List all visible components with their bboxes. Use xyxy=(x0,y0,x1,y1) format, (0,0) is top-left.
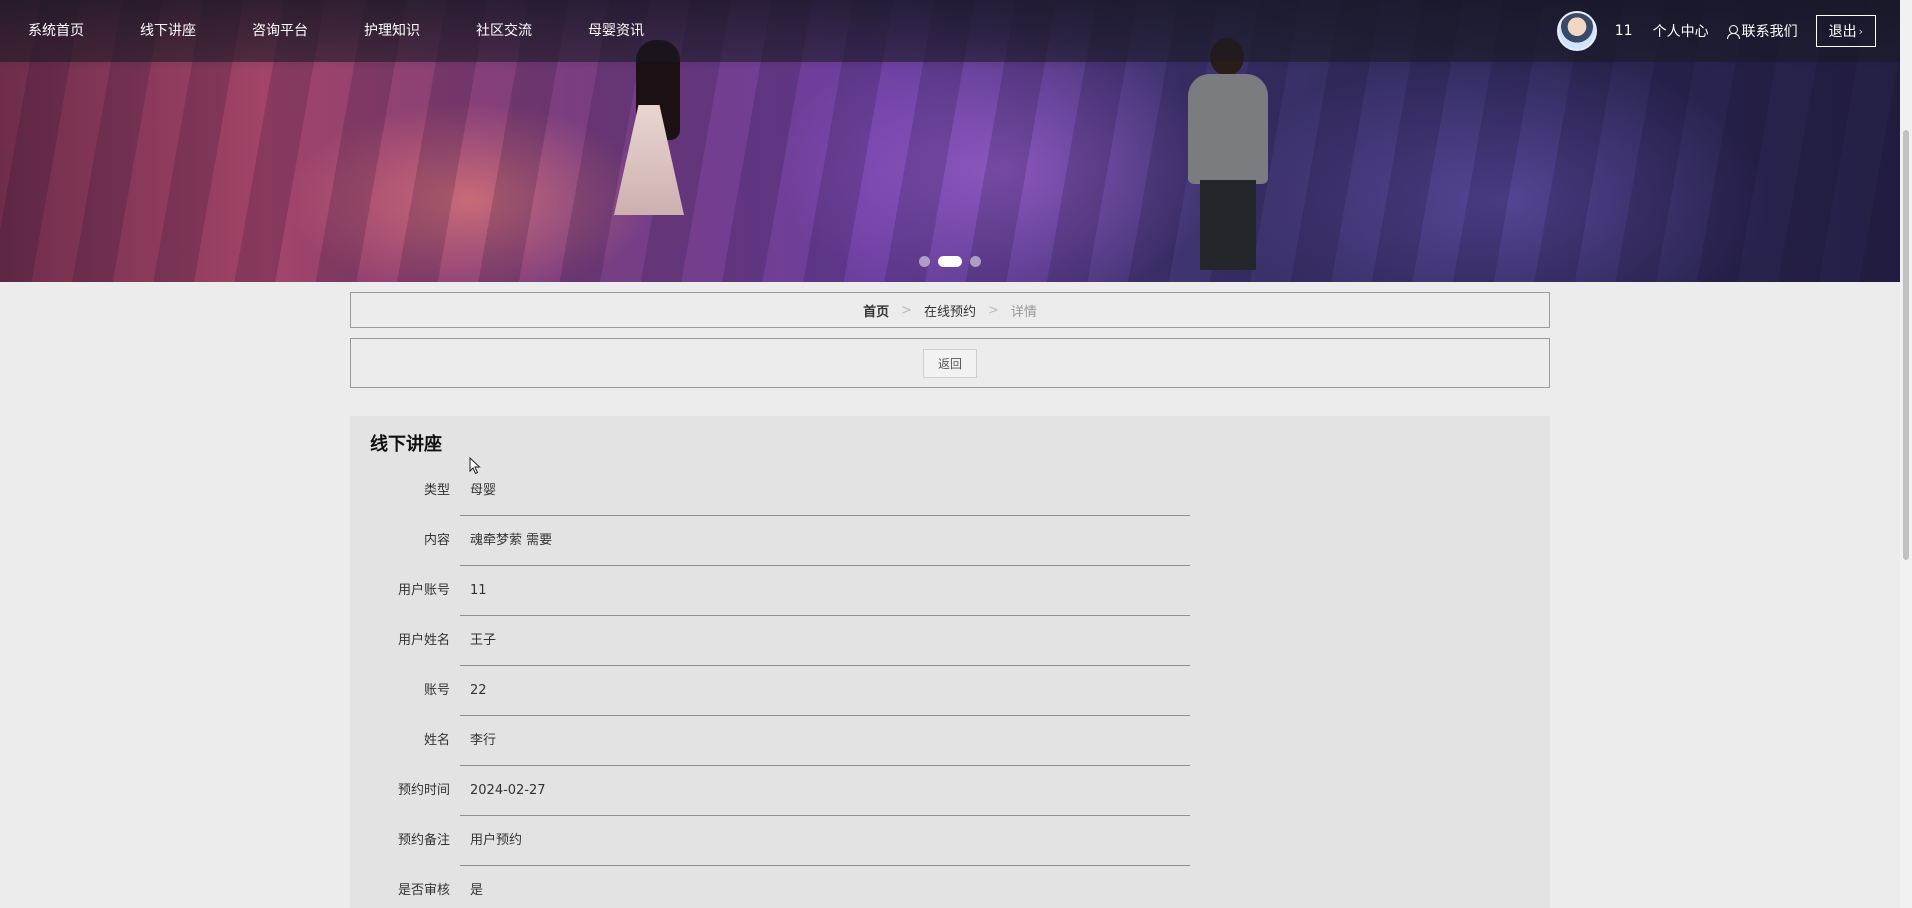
field-row-user-name: 用户姓名 王子 xyxy=(350,616,1190,666)
field-value: 魂牵梦萦 需要 xyxy=(460,516,1190,566)
field-label: 是否审核 xyxy=(397,883,450,898)
field-value: 11 xyxy=(460,566,1190,616)
chevron-right-icon: › xyxy=(1858,24,1863,38)
top-navbar: 系统首页 线下讲座 咨询平台 护理知识 社区交流 母婴资讯 11 个人中心 联系… xyxy=(0,0,1900,62)
field-value: 22 xyxy=(460,666,1190,716)
field-row-user-account: 用户账号 11 xyxy=(350,566,1190,616)
field-value: 用户预约 xyxy=(460,816,1190,866)
carousel-dot-3[interactable] xyxy=(970,256,981,267)
field-value: 是 xyxy=(470,883,484,898)
breadcrumb-current: 详情 xyxy=(1010,304,1037,320)
field-label: 预约时间 xyxy=(397,783,450,798)
carousel-indicators xyxy=(0,256,1900,267)
action-bar: 返回 xyxy=(350,338,1550,388)
field-label: 用户姓名 xyxy=(397,633,450,648)
detail-card: 线下讲座 类型 母婴 内容 魂牵梦萦 需要 用户账号 11 用户姓名 王子 账号… xyxy=(350,416,1550,908)
nav-item-home[interactable]: 系统首页 xyxy=(0,0,112,62)
field-row-appointment-note: 预约备注 用户预约 xyxy=(350,816,1190,866)
field-row-reviewed: 是否审核 是 xyxy=(350,866,1190,908)
field-value: 李行 xyxy=(460,716,1190,766)
breadcrumb-section[interactable]: 在线预约 xyxy=(924,301,976,320)
nav-item-lectures[interactable]: 线下讲座 xyxy=(112,0,224,62)
logout-button[interactable]: 退出 › xyxy=(1815,15,1876,47)
breadcrumb-separator: > xyxy=(988,302,999,318)
field-label: 姓名 xyxy=(423,733,450,748)
main-nav: 系统首页 线下讲座 咨询平台 护理知识 社区交流 母婴资讯 xyxy=(0,0,672,62)
nav-item-nursing[interactable]: 护理知识 xyxy=(336,0,448,62)
avatar[interactable] xyxy=(1556,11,1597,51)
field-label: 类型 xyxy=(423,483,450,498)
user-icon xyxy=(1726,25,1740,39)
nav-item-community[interactable]: 社区交流 xyxy=(448,0,560,62)
contact-link[interactable]: 联系我们 xyxy=(1726,21,1798,41)
field-label: 内容 xyxy=(423,533,450,548)
logout-label: 退出 xyxy=(1828,24,1857,40)
field-label: 账号 xyxy=(423,683,450,698)
field-value: 王子 xyxy=(460,616,1190,666)
field-value: 2024-02-27 xyxy=(460,766,1190,816)
breadcrumb: 首页 > 在线预约 > 详情 xyxy=(350,292,1550,328)
user-area: 11 个人中心 联系我们 退出 › xyxy=(1556,11,1900,51)
field-row-appointment-time: 预约时间 2024-02-27 xyxy=(350,766,1190,816)
mouse-cursor-icon xyxy=(469,457,481,475)
field-row-account: 账号 22 xyxy=(350,666,1190,716)
breadcrumb-separator: > xyxy=(901,302,912,318)
contact-label: 联系我们 xyxy=(1741,24,1798,40)
nav-item-consult[interactable]: 咨询平台 xyxy=(224,0,336,62)
breadcrumb-home[interactable]: 首页 xyxy=(863,301,889,320)
scrollbar-thumb[interactable] xyxy=(1903,130,1909,560)
page-scrollbar[interactable] xyxy=(1900,0,1912,908)
nav-item-news[interactable]: 母婴资讯 xyxy=(560,0,672,62)
banner-man-figure xyxy=(1188,74,1268,184)
field-value: 母婴 xyxy=(460,466,1190,516)
field-row-content: 内容 魂牵梦萦 需要 xyxy=(350,516,1190,566)
field-label: 预约备注 xyxy=(397,833,450,848)
carousel-dot-2-active[interactable] xyxy=(938,256,962,267)
field-row-name: 姓名 李行 xyxy=(350,716,1190,766)
detail-title: 线下讲座 xyxy=(370,434,442,455)
back-button[interactable]: 返回 xyxy=(922,348,977,378)
username: 11 xyxy=(1614,23,1633,39)
field-label: 用户账号 xyxy=(397,583,450,598)
profile-link[interactable]: 个人中心 xyxy=(1653,21,1709,41)
carousel-dot-1[interactable] xyxy=(919,256,930,267)
